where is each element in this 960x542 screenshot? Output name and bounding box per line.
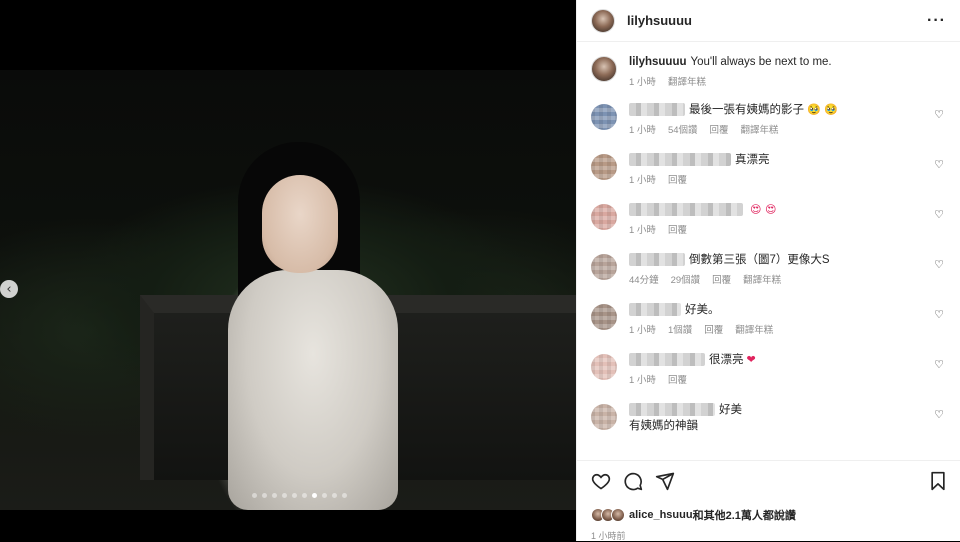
comment-time[interactable]: 1 小時 — [629, 322, 656, 336]
post-caption: lilyhsuuuu You'll always be next to me. 1… — [591, 54, 946, 88]
carousel-prev-button[interactable]: ‹ — [0, 280, 18, 298]
commenter-avatar-blurred[interactable] — [591, 204, 617, 230]
commenter-avatar-blurred[interactable] — [591, 354, 617, 380]
comment-item: 很漂亮 ❤ 1 小時 回覆 ♡ — [591, 352, 946, 386]
comment-like-count[interactable]: 1個讚 — [668, 322, 692, 336]
carousel-dot — [262, 493, 267, 498]
carousel-dot — [322, 493, 327, 498]
comment-time[interactable]: 1 小時 — [629, 372, 656, 386]
comment-time[interactable]: 1 小時 — [629, 172, 656, 186]
comment-translate-link[interactable]: 翻譯年糕 — [743, 272, 781, 286]
comment-text: 好美 — [719, 404, 742, 416]
comment-reply-link[interactable]: 回覆 — [668, 172, 687, 186]
comment-like-count[interactable]: 29個讚 — [671, 272, 701, 286]
carousel-dot — [312, 493, 317, 498]
comment-text: 真漂亮 — [735, 154, 770, 166]
likes-summary[interactable]: alice_hsuuu 和其他2.1萬人都說讚 — [591, 507, 947, 523]
liked-by-username[interactable]: alice_hsuuu — [629, 509, 693, 521]
commenter-username-blurred[interactable] — [629, 153, 731, 167]
comment-text: 好美。 — [685, 304, 720, 316]
comment-reply-link[interactable]: 回覆 — [668, 372, 687, 386]
carousel-dot — [332, 493, 337, 498]
commenter-username-blurred[interactable] — [629, 303, 681, 317]
commenter-username-blurred[interactable] — [629, 353, 705, 367]
comment-thread: 最後一張有姨媽的影子 🥹 🥹 1 小時 54個讚 回覆 翻譯年糕 ♡ 真漂亮 1 小時 回覆 ♡ 😍 … — [591, 102, 946, 434]
carousel-dot — [252, 493, 257, 498]
comment-item: 好美。 1 小時 1個讚 回覆 翻譯年糕 ♡ — [591, 302, 946, 336]
comment-text: 倒數第三張（圖7）更像大S — [689, 254, 830, 266]
commenter-username-blurred[interactable] — [629, 103, 685, 117]
comment-icon[interactable] — [623, 471, 643, 491]
more-options-icon[interactable]: ··· — [927, 12, 946, 30]
carousel-indicator — [252, 493, 347, 498]
comment-like-heart-icon[interactable]: ♡ — [934, 408, 944, 421]
comment-time[interactable]: 44分鐘 — [629, 272, 659, 286]
post-header: lilyhsuuuu ··· — [577, 0, 960, 42]
like-icon[interactable] — [591, 471, 611, 491]
comment-item: 最後一張有姨媽的影子 🥹 🥹 1 小時 54個讚 回覆 翻譯年糕 ♡ — [591, 102, 946, 136]
comment-item: 好美有姨媽的神韻 ♡ — [591, 402, 946, 434]
share-icon[interactable] — [655, 471, 675, 491]
author-avatar[interactable] — [591, 8, 615, 33]
commenter-avatar-blurred[interactable] — [591, 154, 617, 180]
comment-text-second-line: 有姨媽的神韻 — [629, 420, 698, 432]
comment-like-heart-icon[interactable]: ♡ — [934, 108, 944, 121]
comment-reply-link[interactable]: 回覆 — [704, 322, 723, 336]
comments-list: lilyhsuuuu You'll always be next to me. 1… — [577, 42, 960, 460]
comment-time[interactable]: 1 小時 — [629, 222, 656, 236]
comment-like-heart-icon[interactable]: ♡ — [934, 308, 944, 321]
commenter-avatar-blurred[interactable] — [591, 404, 617, 430]
commenter-username-blurred[interactable] — [629, 253, 685, 267]
comment-item: 真漂亮 1 小時 回覆 ♡ — [591, 152, 946, 186]
comment-item: 倒數第三張（圖7）更像大S 44分鐘 29個讚 回覆 翻譯年糕 ♡ — [591, 252, 946, 286]
carousel-dot — [282, 493, 287, 498]
post-side-panel: lilyhsuuuu ··· lilyhsuuuu You'll always b… — [576, 0, 960, 541]
comment-reply-link[interactable]: 回覆 — [710, 122, 729, 136]
carousel-dot — [292, 493, 297, 498]
post-media-pane: ‹ — [0, 0, 576, 541]
photo-subject-body — [228, 270, 398, 510]
carousel-dot — [342, 493, 347, 498]
commenter-avatar-blurred[interactable] — [591, 304, 617, 330]
comment-emoji: 😍 😍 — [750, 203, 777, 216]
comment-like-heart-icon[interactable]: ♡ — [934, 208, 944, 221]
liked-by-others[interactable]: 和其他2.1萬人都說讚 — [693, 507, 796, 523]
photo-subject-face — [262, 175, 338, 273]
comment-emoji: 🥹 🥹 — [807, 103, 838, 116]
commenter-avatar-blurred[interactable] — [591, 104, 617, 130]
caption-text: You'll always be next to me. — [690, 56, 832, 68]
comment-like-heart-icon[interactable]: ♡ — [934, 358, 944, 371]
post-photo[interactable] — [0, 70, 576, 510]
commenter-avatar-blurred[interactable] — [591, 254, 617, 280]
save-bookmark-icon[interactable] — [929, 471, 947, 491]
carousel-dot — [302, 493, 307, 498]
comment-text: 很漂亮 — [709, 354, 744, 366]
comment-time[interactable]: 1 小時 — [629, 122, 656, 136]
comment-like-count[interactable]: 54個讚 — [668, 122, 698, 136]
comment-item: 😍 😍 1 小時 回覆 ♡ — [591, 202, 946, 236]
post-timestamp[interactable]: 1 小時前 — [591, 529, 947, 542]
comment-translate-link[interactable]: 翻譯年糕 — [741, 122, 779, 136]
caption-author-avatar[interactable] — [591, 56, 617, 82]
caption-translate-link[interactable]: 翻譯年糕 — [668, 74, 706, 88]
comment-translate-link[interactable]: 翻譯年糕 — [735, 322, 773, 336]
comment-text: 最後一張有姨媽的影子 — [689, 104, 804, 116]
comment-like-heart-icon[interactable]: ♡ — [934, 258, 944, 271]
liker-avatars — [591, 508, 625, 522]
post-actions: alice_hsuuu 和其他2.1萬人都說讚 1 小時前 — [577, 460, 960, 542]
carousel-dot — [272, 493, 277, 498]
comment-like-heart-icon[interactable]: ♡ — [934, 158, 944, 171]
comment-reply-link[interactable]: 回覆 — [668, 222, 687, 236]
commenter-username-blurred[interactable] — [629, 403, 715, 417]
caption-time[interactable]: 1 小時 — [629, 74, 656, 88]
author-username[interactable]: lilyhsuuuu — [627, 13, 692, 28]
commenter-username-blurred[interactable] — [629, 203, 743, 217]
comment-reply-link[interactable]: 回覆 — [712, 272, 731, 286]
comment-emoji: ❤ — [746, 353, 756, 366]
caption-username[interactable]: lilyhsuuuu — [629, 56, 687, 68]
